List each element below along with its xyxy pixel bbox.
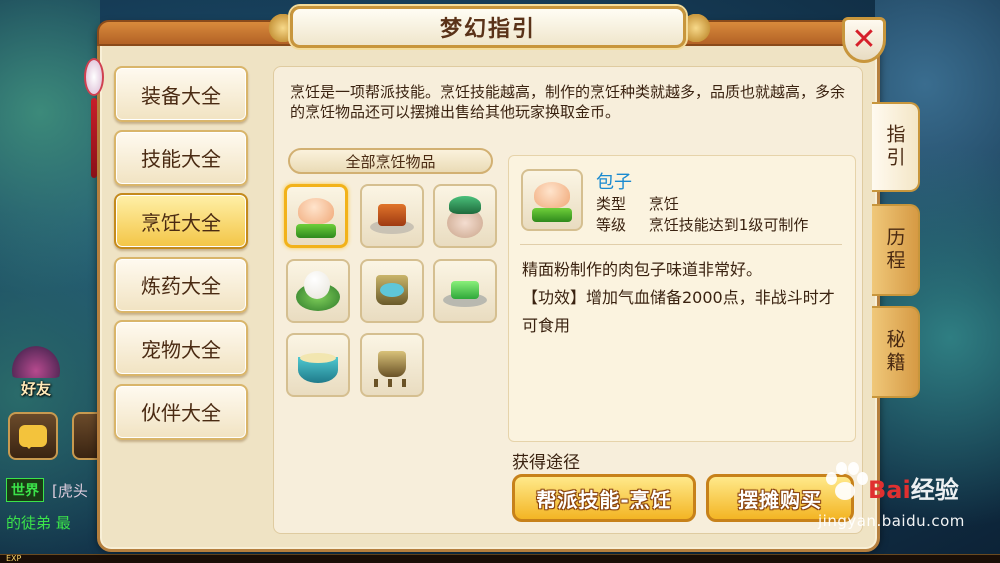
tab-guide[interactable]: 指引 bbox=[872, 102, 920, 192]
detail-description-line-1: 精面粉制作的肉包子味道非常好。 bbox=[522, 260, 763, 279]
cloud-ornament-right-icon bbox=[684, 14, 724, 42]
acquire-label: 获得途径 bbox=[512, 453, 580, 473]
wine-jar-icon bbox=[441, 194, 489, 238]
guild-skill-cooking-button[interactable]: 帮派技能-烹饪 bbox=[512, 474, 696, 522]
detail-level-key: 等级 bbox=[596, 216, 627, 234]
tripod-cauldron-icon bbox=[368, 343, 416, 387]
detail-description-line-2: 【功效】增加气血储备2000点，非战斗时才可食用 bbox=[522, 288, 835, 335]
braised-tofu-icon bbox=[368, 194, 416, 238]
steamed-bun-icon bbox=[292, 194, 340, 238]
friend-label: 好友 bbox=[20, 380, 51, 398]
item-steamed-bun[interactable] bbox=[284, 184, 348, 248]
item-green-cake[interactable] bbox=[433, 259, 497, 323]
menu-partners[interactable]: 伙伴大全 bbox=[114, 383, 248, 440]
detail-type-row: 类型 烹饪 bbox=[596, 193, 679, 214]
close-icon: ✕ bbox=[851, 22, 877, 57]
item-bronze-pot[interactable] bbox=[360, 259, 424, 323]
close-button[interactable]: ✕ bbox=[842, 17, 886, 63]
world-channel-tag[interactable]: 世界 bbox=[6, 478, 44, 502]
cloud-ornament-left-icon bbox=[255, 14, 295, 42]
item-tripod-cauldron[interactable] bbox=[360, 333, 424, 397]
chat-line: 的徒弟 最 bbox=[6, 514, 71, 532]
world-chat-text: [虎头 bbox=[52, 482, 88, 500]
detail-item-name: 包子 bbox=[596, 172, 632, 193]
detail-divider bbox=[520, 244, 842, 245]
tab-history[interactable]: 历程 bbox=[872, 204, 920, 296]
stall-buy-button[interactable]: 摆摊购买 bbox=[706, 474, 854, 522]
category-menu: 装备大全 技能大全 烹饪大全 炼药大全 宠物大全 伙伴大全 bbox=[114, 66, 250, 447]
detail-description: 精面粉制作的肉包子味道非常好。 【功效】增加气血储备2000点，非战斗时才可食用 bbox=[522, 256, 842, 340]
friend-avatar-icon bbox=[8, 342, 64, 378]
title-plaque: 梦幻指引 bbox=[290, 6, 686, 48]
detail-type-key: 类型 bbox=[596, 195, 627, 213]
menu-equipment[interactable]: 装备大全 bbox=[114, 66, 248, 122]
rice-dumpling-icon bbox=[294, 269, 342, 313]
menu-skills[interactable]: 技能大全 bbox=[114, 129, 248, 186]
chat-bubble-icon bbox=[19, 425, 47, 449]
item-noodle-bowl[interactable] bbox=[286, 333, 350, 397]
item-braised-tofu[interactable] bbox=[360, 184, 424, 248]
detail-level-value: 烹饪技能达到1级可制作 bbox=[648, 216, 809, 234]
tassel-ornament-icon bbox=[84, 58, 104, 184]
chat-button[interactable] bbox=[8, 412, 58, 460]
noodle-bowl-icon bbox=[294, 343, 342, 387]
voice-button[interactable] bbox=[72, 412, 98, 460]
steamed-bun-icon bbox=[528, 178, 576, 222]
bronze-pot-icon bbox=[368, 269, 416, 313]
menu-pets[interactable]: 宠物大全 bbox=[114, 320, 248, 376]
detail-item-icon bbox=[521, 169, 583, 231]
cooking-intro: 烹饪是一项帮派技能。烹饪技能越高，制作的烹饪种类就越多，品质也就越高，多余的烹饪… bbox=[290, 83, 846, 121]
item-wine-jar[interactable] bbox=[433, 184, 497, 248]
exp-bar bbox=[0, 554, 1000, 563]
menu-cooking[interactable]: 烹饪大全 bbox=[114, 193, 248, 249]
detail-type-value: 烹饪 bbox=[648, 195, 679, 213]
menu-alchemy[interactable]: 炼药大全 bbox=[114, 256, 248, 313]
exp-label: EXP bbox=[6, 554, 22, 563]
window-title: 梦幻指引 bbox=[439, 17, 536, 42]
item-rice-dumpling[interactable] bbox=[286, 259, 350, 323]
detail-level-row: 等级 烹饪技能达到1级可制作 bbox=[596, 214, 808, 235]
green-cake-icon bbox=[441, 269, 489, 313]
tab-secret[interactable]: 秘籍 bbox=[872, 306, 920, 398]
section-title: 全部烹饪物品 bbox=[288, 148, 493, 174]
friend-button[interactable]: 好友 bbox=[6, 342, 66, 404]
